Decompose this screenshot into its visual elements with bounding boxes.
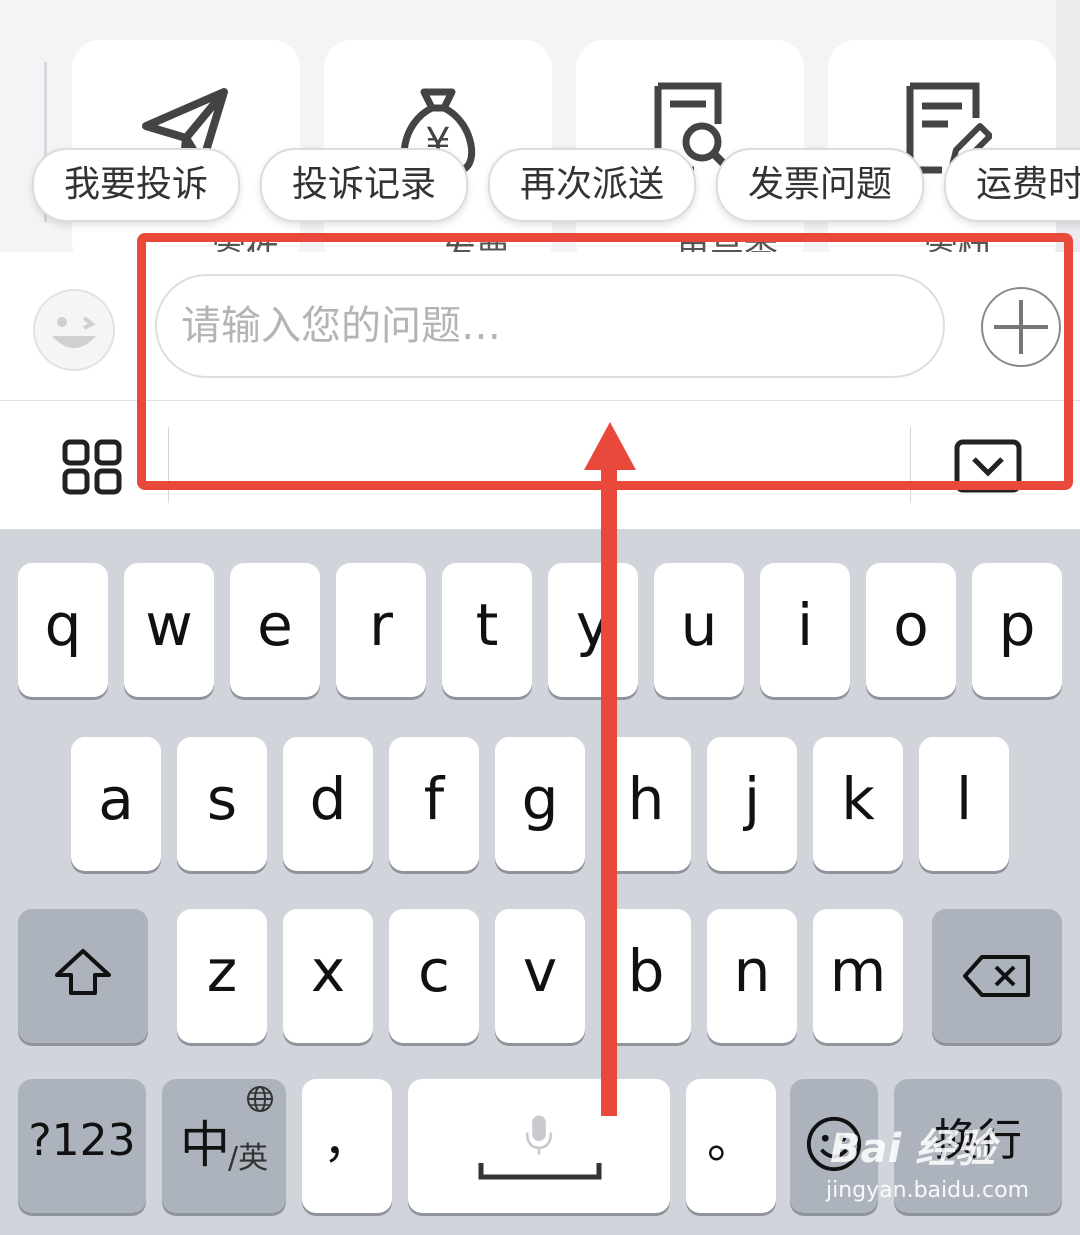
chip-shipping-fee[interactable]: 运费时 xyxy=(944,148,1080,222)
chip-complain[interactable]: 我要投诉 xyxy=(32,148,240,222)
service-cards-area: 寄件 ¥ 发票 单号查 寄快 我要投诉 投诉记录 再次派送 发票问题 运费时 xyxy=(0,0,1080,252)
key-u[interactable]: u xyxy=(654,563,744,697)
space-key[interactable] xyxy=(408,1079,670,1213)
shift-icon xyxy=(55,949,111,995)
key-i[interactable]: i xyxy=(760,563,850,697)
key-p[interactable]: p xyxy=(972,563,1062,697)
chip-invoice-question[interactable]: 发票问题 xyxy=(716,148,924,222)
key-z[interactable]: z xyxy=(177,909,267,1043)
key-b[interactable]: b xyxy=(601,909,691,1043)
emoji-key[interactable] xyxy=(790,1079,878,1213)
key-j[interactable]: j xyxy=(707,737,797,871)
key-t[interactable]: t xyxy=(442,563,532,697)
language-switch-key[interactable]: 中 /英 xyxy=(162,1079,286,1213)
annotation-highlight-box xyxy=(137,233,1073,490)
lang-sub-label: /英 xyxy=(228,1141,269,1176)
ios-keyboard: q w e r t y u i o p a s d f g h j k l z … xyxy=(0,529,1080,1235)
delete-key[interactable] xyxy=(932,909,1062,1043)
key-h[interactable]: h xyxy=(601,737,691,871)
key-r[interactable]: r xyxy=(336,563,426,697)
numbers-key[interactable]: ?123 xyxy=(18,1079,146,1213)
key-l[interactable]: l xyxy=(919,737,1009,871)
lang-main-label: 中 xyxy=(180,1116,230,1174)
key-o[interactable]: o xyxy=(866,563,956,697)
mic-icon xyxy=(525,1115,553,1155)
key-a[interactable]: a xyxy=(71,737,161,871)
key-q[interactable]: q xyxy=(18,563,108,697)
key-g[interactable]: g xyxy=(495,737,585,871)
grid-icon[interactable] xyxy=(62,439,122,495)
key-w[interactable]: w xyxy=(124,563,214,697)
chip-redeliver[interactable]: 再次派送 xyxy=(488,148,696,222)
key-x[interactable]: x xyxy=(283,909,373,1043)
key-v[interactable]: v xyxy=(495,909,585,1043)
globe-icon xyxy=(247,1086,273,1112)
key-n[interactable]: n xyxy=(707,909,797,1043)
space-bar-icon xyxy=(478,1163,602,1180)
key-f[interactable]: f xyxy=(389,737,479,871)
comma-key[interactable]: ， xyxy=(302,1079,392,1213)
chip-complaint-records[interactable]: 投诉记录 xyxy=(260,148,468,222)
period-key[interactable]: 。 xyxy=(686,1079,776,1213)
key-y[interactable]: y xyxy=(548,563,638,697)
return-key[interactable]: 换行 xyxy=(894,1079,1062,1213)
key-e[interactable]: e xyxy=(230,563,320,697)
key-m[interactable]: m xyxy=(813,909,903,1043)
key-s[interactable]: s xyxy=(177,737,267,871)
key-c[interactable]: c xyxy=(389,909,479,1043)
emoji-key-icon xyxy=(806,1116,862,1172)
key-d[interactable]: d xyxy=(283,737,373,871)
shift-key[interactable] xyxy=(18,909,148,1043)
key-k[interactable]: k xyxy=(813,737,903,871)
smiley-icon[interactable] xyxy=(32,288,116,372)
delete-icon xyxy=(963,955,1030,997)
